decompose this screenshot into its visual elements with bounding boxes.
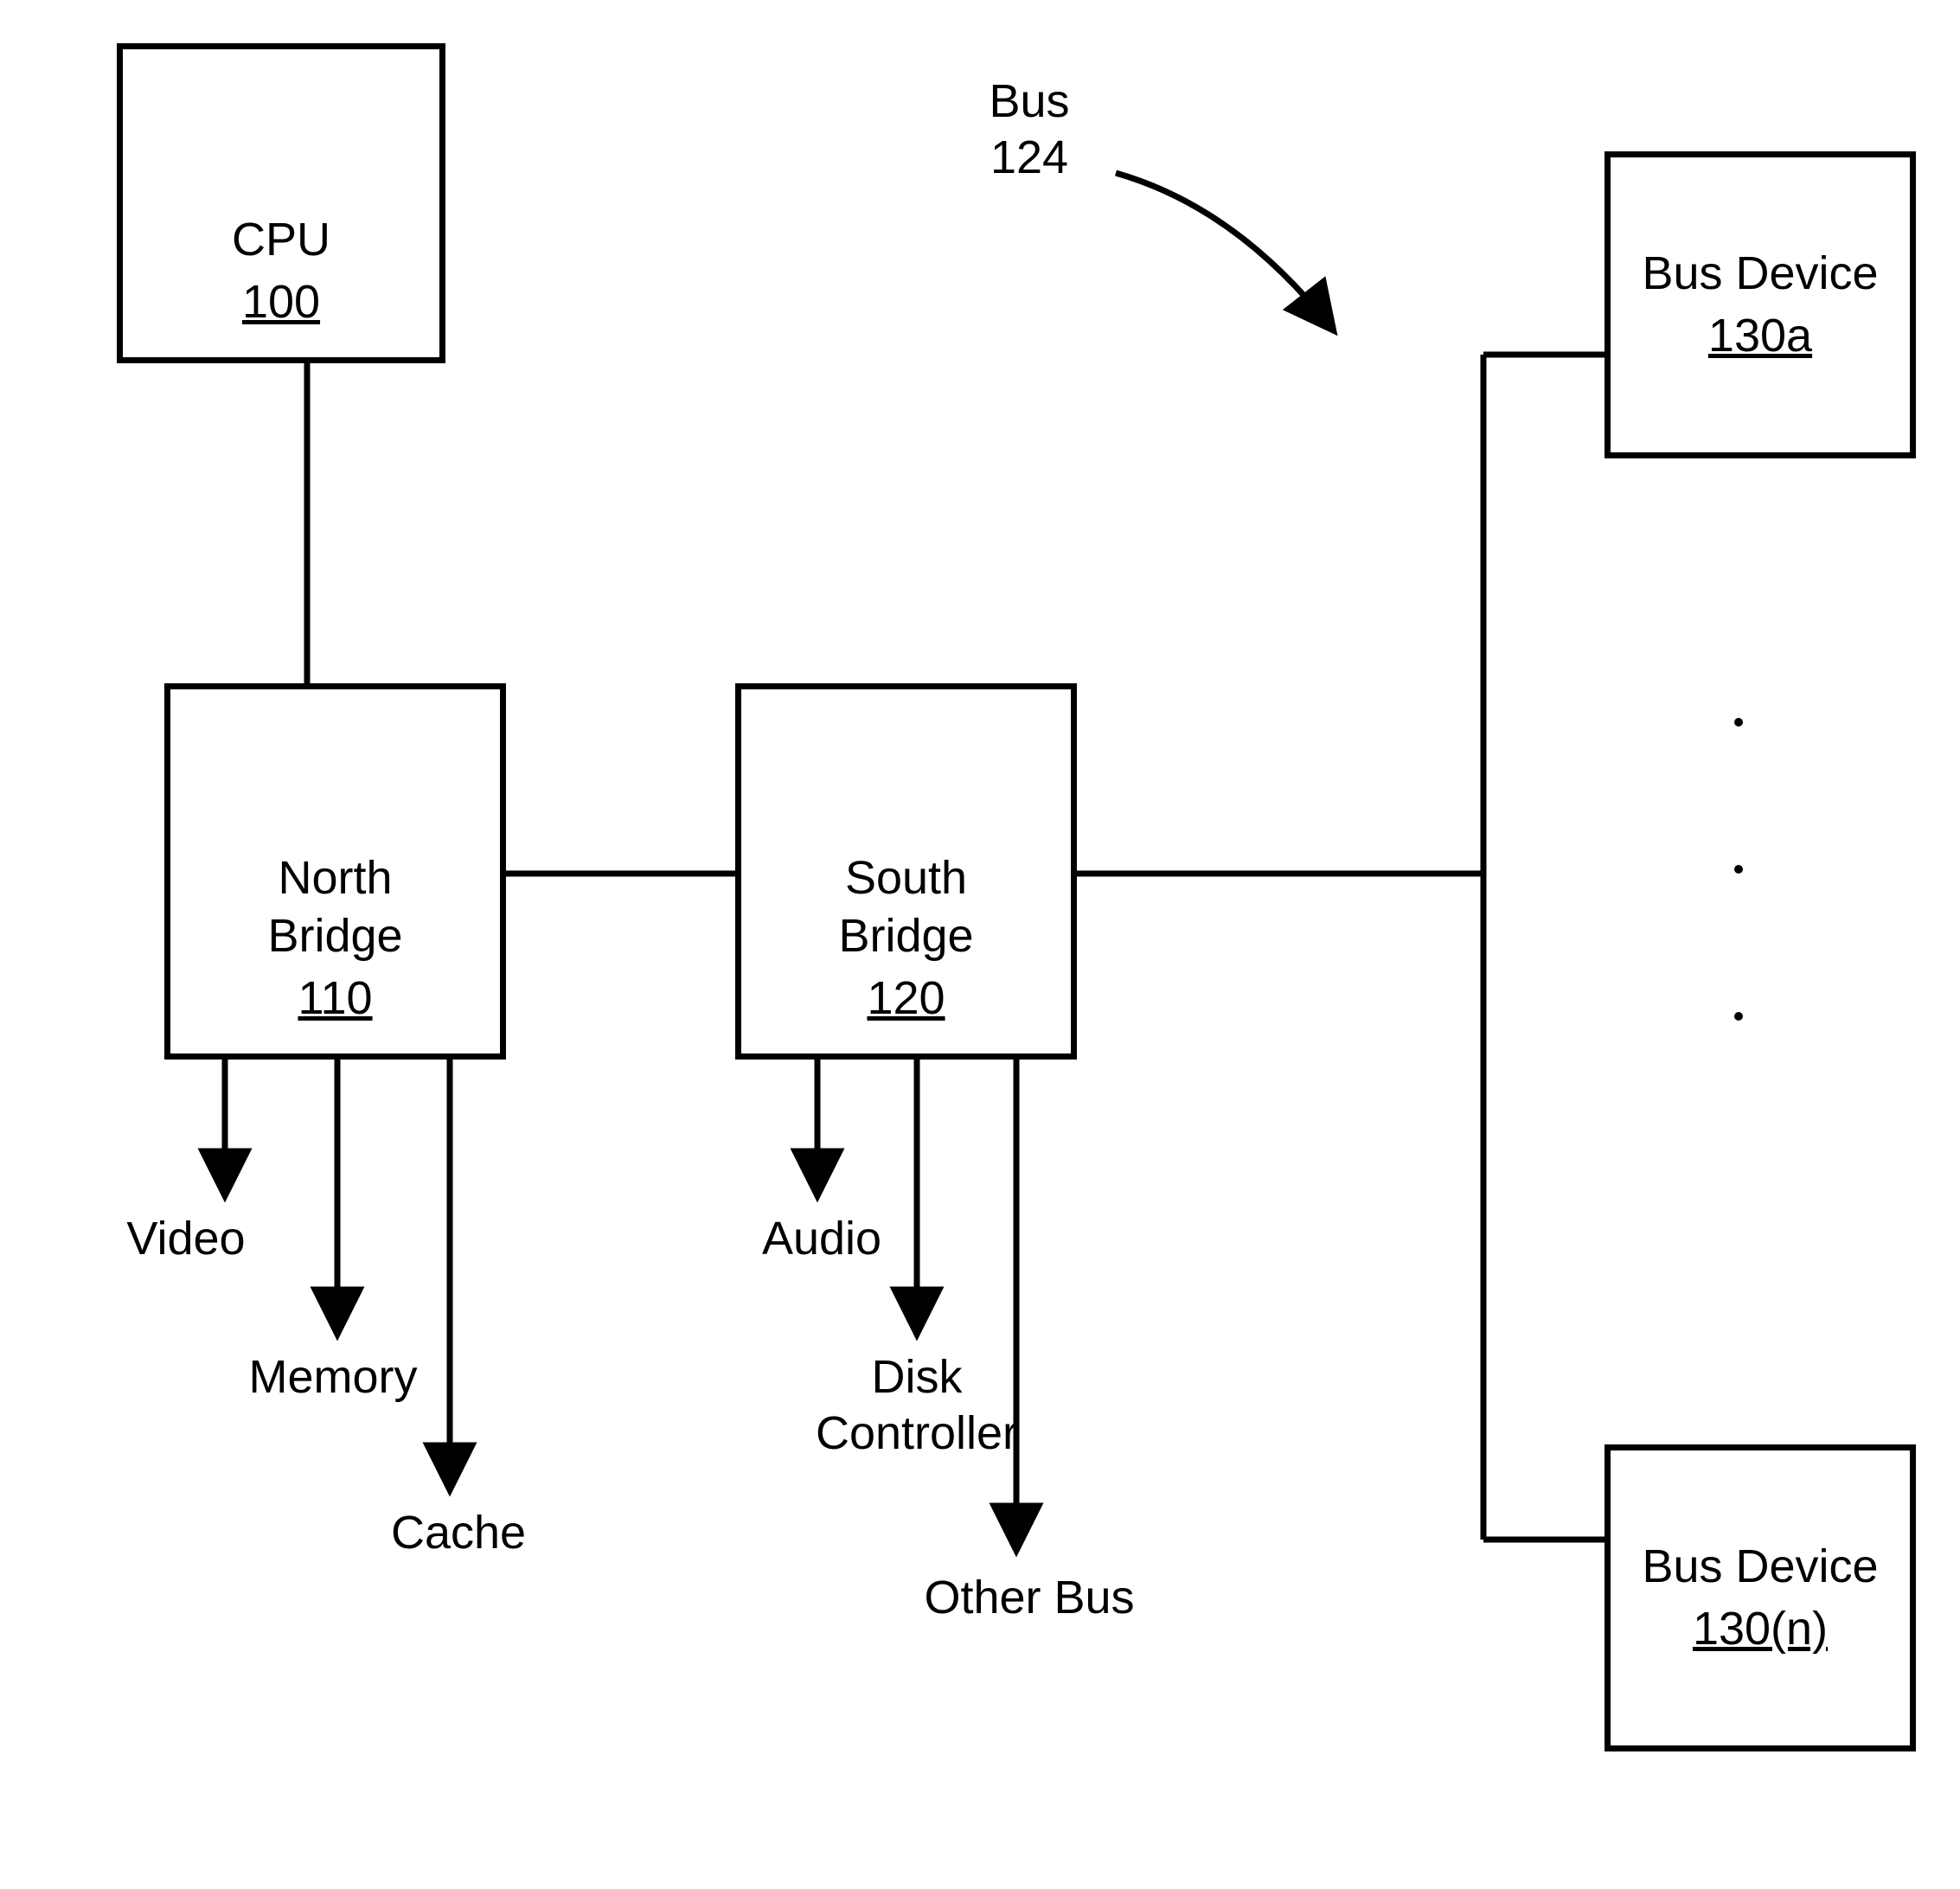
ellipsis-dot xyxy=(1734,718,1743,727)
block-north-bridge-title: North Bridge xyxy=(267,849,402,966)
block-bus-device-a-title: Bus Device xyxy=(1642,245,1878,304)
block-south-bridge-title: South Bridge xyxy=(838,849,973,966)
ellipsis-dot xyxy=(1734,865,1743,874)
sb-output-audio: Audio xyxy=(735,1211,908,1267)
nb-output-cache: Cache xyxy=(372,1505,545,1561)
block-bus-device-n-ref: 130(n) xyxy=(1693,1600,1828,1659)
block-bus-device-n: Bus Device 130(n) xyxy=(1605,1444,1916,1751)
sb-output-other-bus: Other Bus xyxy=(900,1570,1159,1626)
bus-label: Bus 124 xyxy=(943,74,1116,186)
block-cpu: CPU 100 xyxy=(117,43,445,363)
architecture-diagram: CPU 100 North Bridge 110 South Bridge 12… xyxy=(0,0,1960,1889)
block-bus-device-a: Bus Device 130a xyxy=(1605,151,1916,458)
sb-output-disk-controller: Disk Controller xyxy=(796,1349,1038,1462)
block-cpu-ref: 100 xyxy=(242,273,320,332)
block-bus-device-n-title: Bus Device xyxy=(1642,1538,1878,1597)
block-south-bridge: South Bridge 120 xyxy=(735,683,1077,1060)
block-north-bridge-ref: 110 xyxy=(298,970,372,1028)
nb-output-memory: Memory xyxy=(234,1349,432,1406)
ellipsis-dot xyxy=(1734,1012,1743,1021)
block-north-bridge: North Bridge 110 xyxy=(164,683,506,1060)
block-south-bridge-ref: 120 xyxy=(867,970,945,1028)
block-cpu-title: CPU xyxy=(232,211,330,270)
nb-output-video: Video xyxy=(99,1211,272,1267)
block-bus-device-a-ref: 130a xyxy=(1708,307,1812,366)
